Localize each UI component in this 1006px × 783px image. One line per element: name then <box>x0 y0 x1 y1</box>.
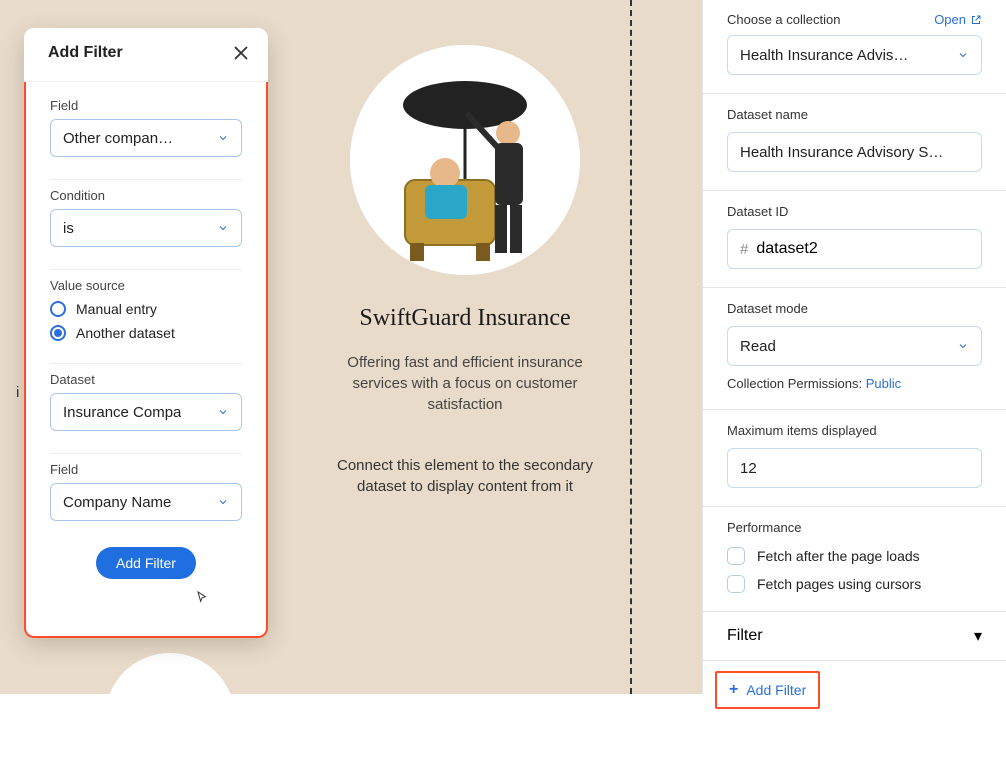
hash-icon: # <box>740 241 748 258</box>
open-collection-link[interactable]: Open <box>934 12 982 27</box>
radio-another-label: Another dataset <box>76 325 175 341</box>
condition-select[interactable]: is <box>50 209 242 247</box>
dataset-name-label: Dataset name <box>727 107 808 122</box>
filter-header-label: Filter <box>727 627 763 645</box>
radio-another-dataset[interactable]: Another dataset <box>50 325 242 341</box>
cursor-icon <box>194 590 210 606</box>
dataset-label: Dataset <box>50 372 242 387</box>
fetch-cursor-label: Fetch pages using cursors <box>757 576 921 592</box>
add-filter-label: Add Filter <box>746 682 806 698</box>
max-items-section: Maximum items displayed <box>703 410 1006 507</box>
dataset-name-section: Dataset name <box>703 94 1006 191</box>
radio-on-icon <box>50 325 66 341</box>
dataset-id-section: Dataset ID # dataset2 <box>703 191 1006 288</box>
add-filter-popover: Add Filter Field Other compan… Condition… <box>24 30 268 638</box>
chevron-down-icon <box>217 132 229 144</box>
external-link-icon <box>970 14 982 26</box>
card-image-next <box>105 653 235 783</box>
add-filter-button[interactable]: + Add Filter <box>715 671 820 709</box>
dataset-select[interactable]: Insurance Compa <box>50 393 242 431</box>
dataset-name-input[interactable] <box>727 132 982 172</box>
dataset-mode-select[interactable]: Read <box>727 326 982 366</box>
max-items-input[interactable] <box>727 448 982 488</box>
performance-label: Performance <box>727 520 801 535</box>
collection-select[interactable]: Health Insurance Advis… <box>727 35 982 75</box>
max-items-label: Maximum items displayed <box>727 423 877 438</box>
field2-select-value: Company Name <box>63 494 171 511</box>
dataset-mode-section: Dataset mode Read Collection Permissions… <box>703 288 1006 410</box>
permission-link[interactable]: Public <box>866 376 901 391</box>
condition-label: Condition <box>50 188 242 203</box>
fetch-after-label: Fetch after the page loads <box>757 548 920 564</box>
checkbox-icon <box>727 547 745 565</box>
dataset-mode-label: Dataset mode <box>727 301 808 316</box>
divider <box>50 453 242 454</box>
field-select[interactable]: Other compan… <box>50 119 242 157</box>
chevron-down-icon <box>957 340 969 352</box>
open-link-text: Open <box>934 12 966 27</box>
fetch-after-load-checkbox[interactable]: Fetch after the page loads <box>727 547 982 565</box>
permission-label: Collection Permissions: <box>727 376 862 391</box>
filter-section-header[interactable]: Filter ▾ <box>703 612 1006 661</box>
canvas-divider <box>630 0 632 694</box>
field-select-value: Other compan… <box>63 130 173 147</box>
card-description: Offering fast and efficient insurance se… <box>320 352 610 415</box>
divider <box>50 363 242 364</box>
fetch-cursor-checkbox[interactable]: Fetch pages using cursors <box>727 575 982 593</box>
field2-select[interactable]: Company Name <box>50 483 242 521</box>
card-title: SwiftGuard Insurance <box>359 305 570 332</box>
collection-label: Choose a collection <box>727 12 840 27</box>
card-illustration <box>350 45 580 275</box>
radio-off-icon <box>50 301 66 317</box>
divider <box>50 269 242 270</box>
value-source-label: Value source <box>50 278 242 293</box>
dataset-id-label: Dataset ID <box>727 204 788 219</box>
close-icon <box>230 42 252 64</box>
card-connect-hint: Connect this element to the secondary da… <box>320 455 610 497</box>
chevron-down-icon <box>217 222 229 234</box>
add-filter-submit-button[interactable]: Add Filter <box>96 547 196 579</box>
collection-section: Choose a collection Open Health Insuranc… <box>703 0 1006 94</box>
dataset-id-value: dataset2 <box>756 240 817 258</box>
dataset-mode-value: Read <box>740 338 776 355</box>
dataset-id-field[interactable]: # dataset2 <box>727 229 982 269</box>
plus-icon: + <box>729 681 738 699</box>
radio-manual-label: Manual entry <box>76 301 157 317</box>
caret-down-icon: ▾ <box>974 626 982 646</box>
canvas-left-hint: i <box>16 384 19 401</box>
dataset-select-value: Insurance Compa <box>63 404 181 421</box>
chevron-down-icon <box>217 406 229 418</box>
content-card: SwiftGuard Insurance Offering fast and e… <box>320 45 610 497</box>
field-label: Field <box>50 98 242 113</box>
close-button[interactable] <box>230 42 252 64</box>
dataset-settings-panel: Choose a collection Open Health Insuranc… <box>702 0 1006 694</box>
popover-title: Add Filter <box>48 44 123 62</box>
field2-label: Field <box>50 462 242 477</box>
divider <box>50 179 242 180</box>
card-image <box>350 45 580 275</box>
collection-select-value: Health Insurance Advis… <box>740 47 908 64</box>
chevron-down-icon <box>217 496 229 508</box>
checkbox-icon <box>727 575 745 593</box>
chevron-down-icon <box>957 49 969 61</box>
performance-section: Performance Fetch after the page loads F… <box>703 507 1006 612</box>
condition-select-value: is <box>63 220 74 237</box>
radio-manual-entry[interactable]: Manual entry <box>50 301 242 317</box>
